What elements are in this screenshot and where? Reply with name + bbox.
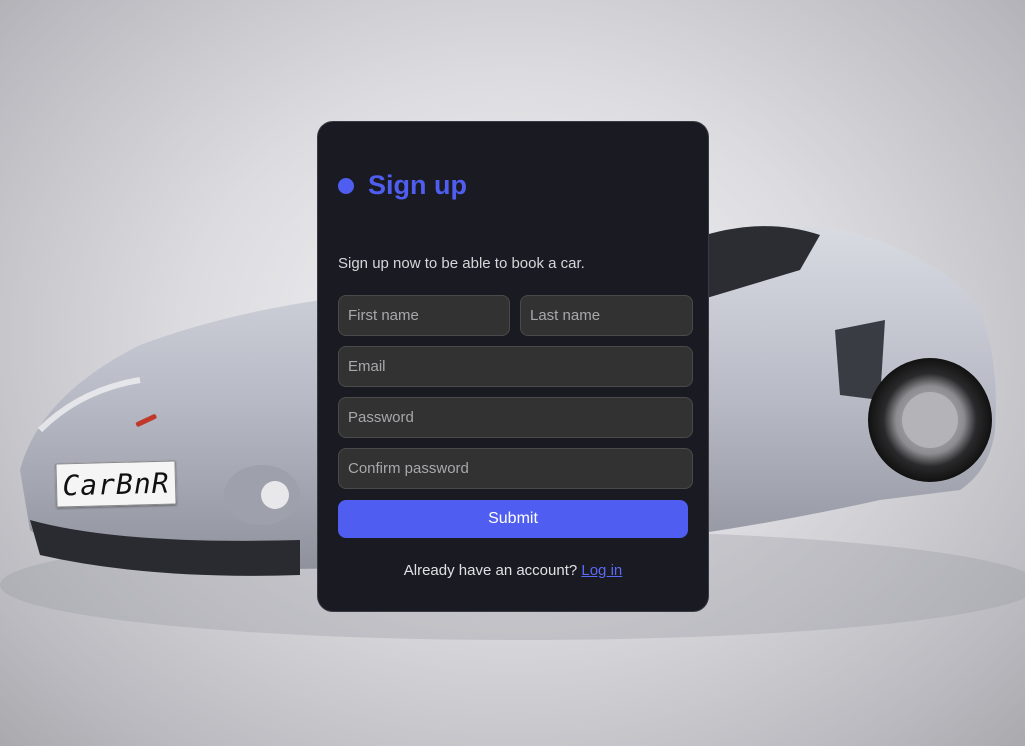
page-title: Sign up	[368, 170, 467, 200]
login-prompt-text: Already have an account?	[403, 562, 578, 579]
signup-subtitle: Sign up now to be able to book a car.	[338, 255, 585, 272]
login-prompt: Already have an account? Log in	[318, 562, 708, 579]
signup-card: Sign up Sign up now to be able to book a…	[317, 121, 709, 612]
confirm-password-input[interactable]	[338, 448, 693, 489]
last-name-input[interactable]	[520, 295, 693, 336]
license-plate: CarBnR	[55, 460, 177, 508]
license-plate-text: CarBnR	[62, 466, 170, 502]
email-input[interactable]	[338, 346, 693, 387]
login-link[interactable]: Log in	[581, 562, 622, 579]
signup-header: Sign up	[338, 170, 467, 201]
password-input[interactable]	[338, 397, 693, 438]
submit-button[interactable]: Submit	[338, 500, 688, 538]
first-name-input[interactable]	[338, 295, 510, 336]
brand-dot-icon	[338, 177, 354, 194]
